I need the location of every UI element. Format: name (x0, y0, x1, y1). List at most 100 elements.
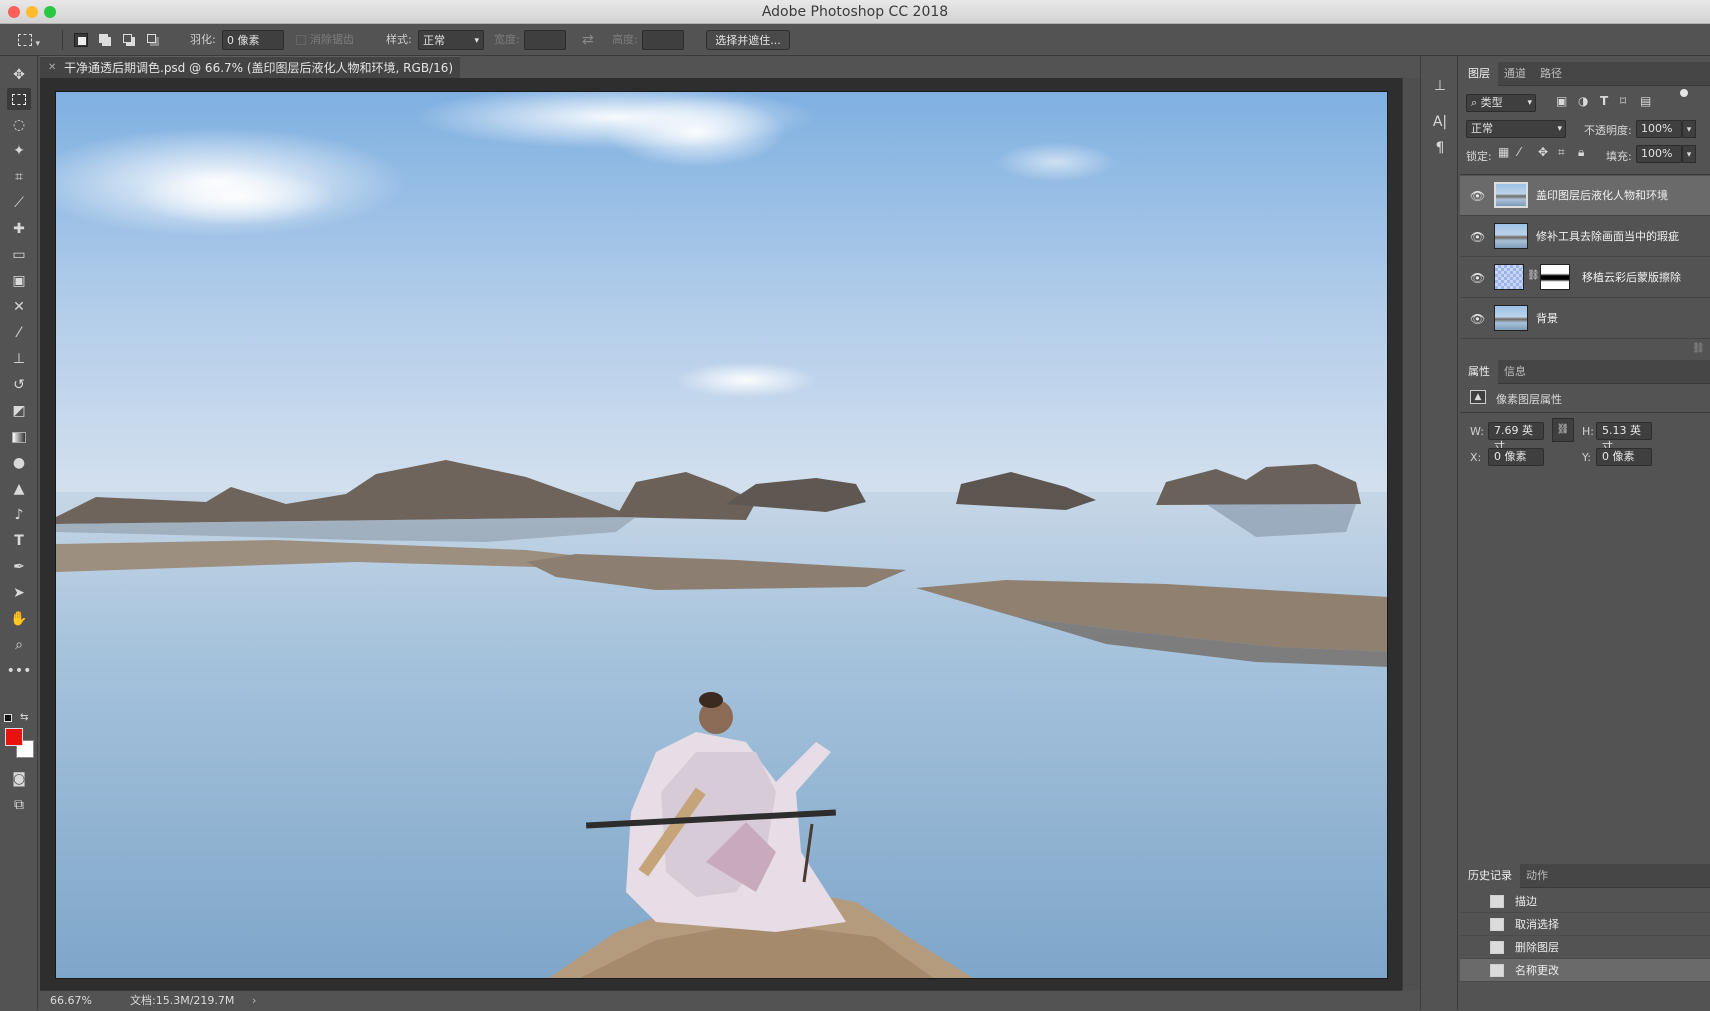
layer-name[interactable]: 修补工具去除画面当中的瑕疵 (1536, 217, 1679, 257)
blend-mode-select[interactable]: 正常 ▾ (1466, 120, 1566, 138)
tab-paths[interactable]: 路径 (1532, 62, 1570, 86)
layer-row[interactable]: 👁︎ 背景 (1460, 299, 1710, 339)
subtract-selection-button[interactable] (122, 33, 136, 47)
layer-mask-thumbnail[interactable] (1540, 264, 1570, 290)
smart-object-filter-icon[interactable]: ▤ (1640, 94, 1651, 108)
zoom-tool-icon[interactable]: ⌕ (7, 634, 31, 656)
fill-input[interactable]: 100% (1636, 145, 1682, 163)
rect-marquee-tool-icon[interactable] (7, 88, 31, 110)
path-selection-tool-icon[interactable]: ➤ (7, 582, 31, 604)
fill-dropdown-icon[interactable]: ▾ (1682, 145, 1696, 163)
layer-row[interactable]: 👁︎ 修补工具去除画面当中的瑕疵 (1460, 217, 1710, 257)
clone-stamp-tool-icon[interactable]: ⊥ (7, 348, 31, 370)
healing-brush-tool-icon[interactable]: ✚ (7, 218, 31, 240)
minimize-window-button[interactable] (26, 6, 38, 18)
lock-all-icon[interactable]: 🔒︎ (1578, 145, 1584, 160)
tab-channels[interactable]: 通道 (1496, 62, 1534, 86)
zoom-window-button[interactable] (44, 6, 56, 18)
clone-source-icon[interactable]: ⊥ (1430, 76, 1450, 96)
lock-image-icon[interactable]: ⁄ (1518, 145, 1520, 159)
layer-filter-select[interactable]: ⌕ 类型 ▾ (1466, 94, 1536, 112)
dodge-tool-icon[interactable]: ▲ (7, 478, 31, 500)
width-input[interactable] (524, 30, 566, 50)
status-menu-arrow-icon[interactable]: › (252, 991, 256, 1011)
burn-tool-icon[interactable]: ♪ (7, 504, 31, 526)
screen-mode-icon[interactable]: ⧉ (7, 794, 31, 816)
mask-link-icon[interactable]: ⛓︎ (1527, 270, 1540, 281)
crop-tool-icon[interactable]: ⌗ (7, 166, 31, 188)
swap-colors-icon[interactable]: ⇆ (20, 712, 28, 723)
visibility-eye-icon[interactable]: 👁︎ (1470, 271, 1485, 285)
type-filter-icon[interactable]: T (1600, 94, 1608, 108)
gradient-tool-icon[interactable] (7, 426, 31, 448)
lasso-tool-icon[interactable]: ◌ (7, 114, 31, 136)
document-tab[interactable]: ✕ 干净通透后期调色.psd @ 66.7% (盖印图层后液化人物和环境, RG… (40, 56, 460, 97)
layer-row[interactable]: 👁︎ 盖印图层后液化人物和环境 (1460, 176, 1710, 216)
close-document-icon[interactable]: ✕ (48, 57, 56, 79)
blur-tool-icon[interactable]: ● (7, 452, 31, 474)
layer-name[interactable]: 移植云彩后蒙版擦除 (1582, 258, 1681, 298)
image-canvas[interactable] (55, 91, 1388, 979)
intersect-selection-button[interactable] (146, 33, 160, 47)
zoom-level[interactable]: 66.67% (50, 991, 92, 1011)
close-window-button[interactable] (8, 6, 20, 18)
tab-history[interactable]: 历史记录 (1460, 864, 1520, 888)
style-select[interactable]: 正常 ▾ (418, 30, 484, 50)
link-layers-icon[interactable]: ⛓︎ (1692, 343, 1705, 354)
layer-name[interactable]: 背景 (1536, 299, 1558, 339)
link-dimensions-icon[interactable]: ⛓︎ (1552, 418, 1574, 442)
antialias-checkbox[interactable] (296, 35, 306, 45)
patch-tool-icon[interactable]: ▣ (7, 270, 31, 292)
default-colors-icon[interactable] (4, 714, 12, 722)
content-aware-move-tool-icon[interactable]: ✕ (7, 296, 31, 318)
bandage-tool-icon[interactable]: ▭ (7, 244, 31, 266)
type-tool-icon[interactable]: T (7, 530, 31, 552)
y-input[interactable]: 0 像素 (1596, 448, 1652, 466)
eyedropper-tool-icon[interactable]: ⟋ (7, 192, 31, 214)
tab-layers[interactable]: 图层 (1460, 62, 1498, 86)
more-tools-icon[interactable]: ••• (7, 660, 32, 682)
x-input[interactable]: 0 像素 (1488, 448, 1544, 466)
tab-info[interactable]: 信息 (1496, 360, 1534, 384)
lock-position-icon[interactable]: ✥ (1538, 145, 1548, 159)
character-panel-icon[interactable]: A| (1430, 112, 1450, 132)
tab-actions[interactable]: 动作 (1518, 864, 1556, 888)
quick-mask-icon[interactable]: ◙ (7, 768, 31, 790)
visibility-eye-icon[interactable]: 👁︎ (1470, 230, 1485, 244)
lock-artboard-icon[interactable]: ⌗ (1558, 145, 1565, 160)
paragraph-panel-icon[interactable]: ¶ (1430, 138, 1450, 158)
select-and-mask-button[interactable]: 选择并遮住... (706, 30, 790, 50)
pixel-filter-icon[interactable]: ▣ (1556, 94, 1567, 108)
hand-tool-icon[interactable]: ✋ (7, 608, 31, 630)
height-input[interactable] (642, 30, 684, 50)
opacity-dropdown-icon[interactable]: ▾ (1682, 120, 1696, 138)
history-item[interactable]: 取消选择 (1460, 913, 1710, 936)
shape-filter-icon[interactable]: ⌑ (1620, 94, 1626, 108)
visibility-eye-icon[interactable]: 👁︎ (1470, 312, 1485, 326)
marquee-preset-picker[interactable]: ▾ (18, 30, 54, 50)
brush-tool-icon[interactable]: ⁄ (7, 322, 31, 344)
history-item[interactable]: 删除图层 (1460, 936, 1710, 959)
width-input[interactable]: 7.69 英寸 (1488, 422, 1544, 453)
adjustment-filter-icon[interactable]: ◑ (1578, 94, 1588, 108)
new-selection-button[interactable] (74, 33, 88, 47)
add-selection-button[interactable] (98, 33, 112, 47)
height-input[interactable]: 5.13 英寸 (1596, 422, 1652, 453)
eraser-tool-icon[interactable]: ◩ (7, 400, 31, 422)
foreground-color-swatch[interactable] (5, 728, 23, 746)
layer-row[interactable]: 👁︎ ⛓︎ 移植云彩后蒙版擦除 (1460, 258, 1710, 298)
visibility-eye-icon[interactable]: 👁︎ (1470, 189, 1485, 203)
magic-wand-tool-icon[interactable]: ✦ (7, 140, 31, 162)
history-item[interactable]: 描边 (1460, 890, 1710, 913)
history-item[interactable]: 名称更改 (1460, 959, 1710, 982)
pen-tool-icon[interactable]: ✒ (7, 556, 31, 578)
vertical-scrollbar[interactable] (1402, 78, 1420, 990)
feather-input[interactable]: 0 像素 (222, 30, 284, 50)
swap-dimensions-icon[interactable]: ⇄ (582, 30, 594, 50)
layer-name[interactable]: 盖印图层后液化人物和环境 (1536, 176, 1668, 216)
history-brush-tool-icon[interactable]: ↺ (7, 374, 31, 396)
filter-toggle-icon[interactable] (1680, 89, 1688, 105)
opacity-input[interactable]: 100% (1636, 120, 1682, 138)
lock-transparent-icon[interactable]: ▦ (1498, 145, 1509, 159)
tab-properties[interactable]: 属性 (1460, 360, 1498, 384)
